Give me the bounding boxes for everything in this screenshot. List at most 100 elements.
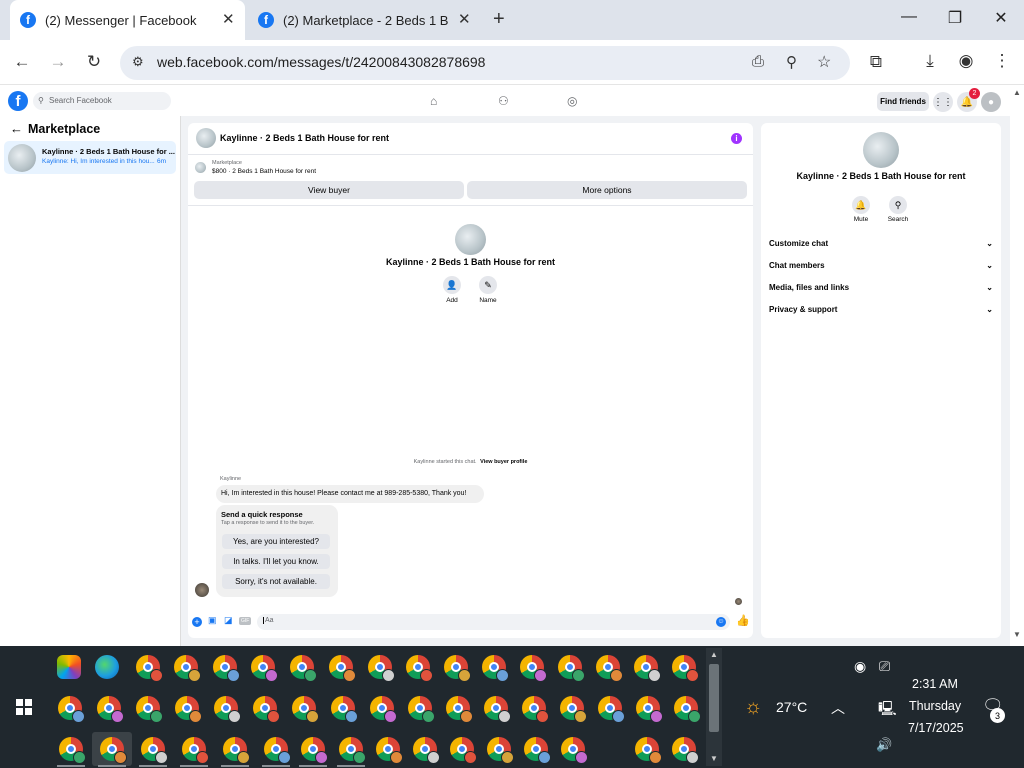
composer-photo-icon[interactable]: ▣ [208, 615, 217, 626]
scroll-down-icon[interactable]: ▼ [1013, 630, 1021, 639]
scroll-up-icon[interactable]: ▲ [1013, 88, 1021, 97]
site-info-icon[interactable]: ⚙ [132, 54, 144, 70]
chat-info-icon[interactable]: i [731, 133, 742, 144]
quick-response-yes[interactable]: Yes, are you interested? [222, 534, 330, 549]
close-window-button[interactable]: ✕ [986, 8, 1016, 28]
listing-detail[interactable]: $800 · 2 Beds 1 Bath House for rent [212, 168, 316, 175]
chrome-app-icon[interactable] [59, 737, 86, 764]
chrome-app-icon[interactable] [560, 696, 587, 723]
volume-icon[interactable]: 🔊 [876, 737, 892, 753]
chrome-app-icon[interactable] [214, 696, 241, 723]
conversation-item[interactable]: Kaylinne · 2 Beds 1 Bath House for ... K… [4, 141, 176, 174]
scroll-up-icon[interactable]: ▲ [710, 650, 718, 659]
friends-icon[interactable]: ⚇ [498, 94, 509, 108]
chrome-app-icon[interactable] [97, 696, 124, 723]
chrome-app-icon[interactable] [408, 696, 435, 723]
facebook-logo-icon[interactable]: f [8, 91, 28, 111]
chrome-app-icon[interactable] [487, 737, 514, 764]
minimize-button[interactable]: — [894, 8, 924, 26]
tab-messenger[interactable]: f (2) Messenger | Facebook ✕ [10, 0, 245, 40]
close-tab-icon[interactable]: ✕ [458, 10, 471, 28]
taskbar-scrollbar[interactable]: ▲ ▼ [706, 648, 722, 766]
emoji-icon[interactable]: ☺ [716, 617, 726, 627]
chrome-app-icon[interactable] [339, 737, 366, 764]
media-files-links-row[interactable]: Media, files and links ⌄ [769, 283, 993, 292]
privacy-support-row[interactable]: Privacy & support ⌄ [769, 305, 993, 314]
chrome-app-icon[interactable] [223, 737, 250, 764]
chat-header-title[interactable]: Kaylinne · 2 Beds 1 Bath House for rent [220, 133, 389, 143]
copilot-app-icon[interactable] [57, 655, 81, 679]
back-arrow-icon[interactable]: ← [10, 121, 23, 136]
chrome-app-icon[interactable] [444, 655, 471, 682]
chrome-app-icon[interactable] [174, 655, 201, 682]
account-avatar[interactable]: ● [981, 92, 1001, 112]
chrome-app-icon[interactable] [674, 696, 701, 723]
zoom-icon[interactable]: ⚲ [786, 53, 797, 71]
record-icon[interactable]: ◉ [854, 658, 866, 675]
more-options-button[interactable]: More options [467, 181, 747, 199]
chrome-app-icon[interactable] [558, 655, 585, 682]
chrome-app-icon[interactable] [484, 696, 511, 723]
find-friends-button[interactable]: Find friends [877, 92, 929, 111]
view-buyer-button[interactable]: View buyer [194, 181, 464, 199]
search-in-chat-button[interactable]: ⚲ [889, 196, 907, 214]
weather-icon[interactable]: ☼ [744, 696, 762, 719]
home-icon[interactable]: ⌂ [430, 94, 437, 108]
message-input[interactable]: Aa ☺ [257, 614, 730, 630]
edit-name-button[interactable]: ✎ [479, 276, 497, 294]
tab-search-icon[interactable]: ⧉ [864, 52, 888, 72]
chrome-app-icon[interactable] [292, 696, 319, 723]
install-app-icon[interactable]: ⎙ [752, 53, 764, 70]
address-bar[interactable]: ⚙ web.facebook.com/messages/t/2420084308… [120, 46, 850, 80]
chrome-app-icon[interactable] [175, 696, 202, 723]
scroll-down-icon[interactable]: ▼ [710, 754, 718, 763]
chrome-app-icon[interactable] [182, 737, 209, 764]
sender-avatar[interactable] [195, 583, 209, 597]
details-avatar[interactable] [863, 132, 899, 168]
bookmark-star-icon[interactable]: ☆ [817, 52, 831, 72]
download-icon[interactable]: ⤓ [918, 51, 942, 71]
groups-icon[interactable]: ◎ [567, 94, 577, 108]
chrome-app-icon[interactable] [634, 655, 661, 682]
customize-chat-row[interactable]: Customize chat ⌄ [769, 239, 993, 248]
chrome-app-icon[interactable] [561, 737, 588, 764]
scroll-thumb[interactable] [709, 664, 719, 732]
quick-response-sorry[interactable]: Sorry, it's not available. [222, 574, 330, 589]
composer-sticker-icon[interactable]: ◪ [224, 615, 233, 626]
chrome-app-icon[interactable] [446, 696, 473, 723]
mute-button[interactable]: 🔔 [852, 196, 870, 214]
chrome-app-icon[interactable] [290, 655, 317, 682]
chat-profile-avatar[interactable] [455, 224, 486, 255]
facebook-search-input[interactable]: ⚲ Search Facebook [33, 92, 171, 110]
show-hidden-icons-icon[interactable]: ︿ [831, 698, 845, 718]
chrome-app-icon[interactable] [331, 696, 358, 723]
chat-header-avatar[interactable] [196, 128, 216, 148]
like-thumb-icon[interactable]: 👍 [736, 614, 750, 627]
chrome-app-icon[interactable] [301, 737, 328, 764]
clock-time[interactable]: 2:31 AM [912, 677, 958, 691]
chrome-app-icon[interactable] [413, 737, 440, 764]
new-tab-button[interactable]: + [493, 8, 505, 31]
chrome-app-icon[interactable] [524, 737, 551, 764]
start-button[interactable] [16, 699, 32, 715]
chrome-app-icon[interactable] [213, 655, 240, 682]
chrome-app-icon[interactable] [251, 655, 278, 682]
chrome-app-icon[interactable] [329, 655, 356, 682]
back-icon[interactable]: ← [10, 52, 34, 72]
chrome-app-icon[interactable] [672, 655, 699, 682]
tab-marketplace[interactable]: f (2) Marketplace - 2 Beds 1 Bath ✕ [250, 0, 480, 40]
chrome-app-icon[interactable] [635, 737, 662, 764]
chrome-app-icon[interactable] [136, 696, 163, 723]
chrome-app-icon[interactable] [450, 737, 477, 764]
camera-icon[interactable]: ⎚ [879, 658, 890, 675]
chrome-app-icon[interactable] [482, 655, 509, 682]
forward-icon[interactable]: → [46, 52, 70, 72]
menu-grid-button[interactable]: ⋮⋮ [933, 92, 953, 112]
chrome-app-icon[interactable] [376, 737, 403, 764]
chrome-app-icon[interactable] [136, 655, 163, 682]
chrome-app-icon[interactable] [636, 696, 663, 723]
quick-response-in-talks[interactable]: In talks. I'll let you know. [222, 554, 330, 569]
chrome-app-icon[interactable] [406, 655, 433, 682]
reload-icon[interactable]: ↻ [82, 52, 106, 72]
chrome-app-icon[interactable] [598, 737, 622, 761]
